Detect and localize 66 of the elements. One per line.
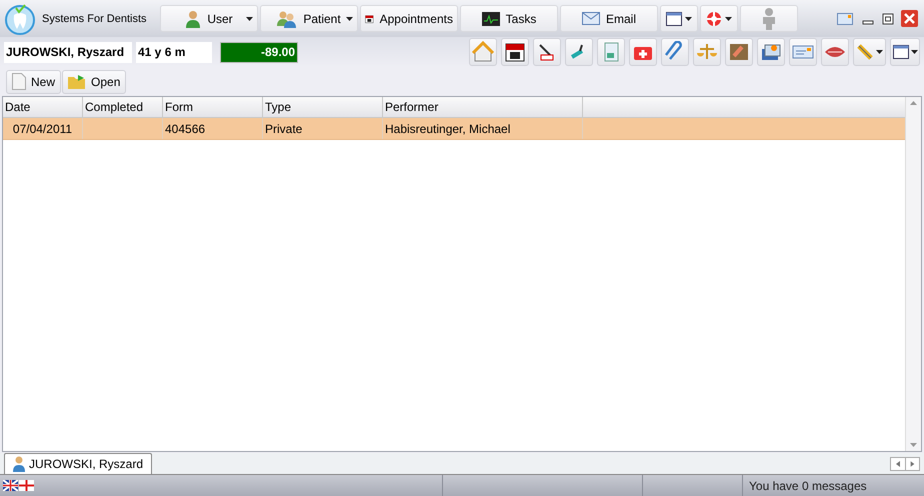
lifebuoy-icon: [706, 10, 722, 26]
app-title: Systems For Dentists: [42, 12, 148, 26]
nav-button[interactable]: User: [160, 5, 258, 32]
x-ray-tool-button[interactable]: [725, 38, 753, 66]
caret-icon: [876, 50, 883, 54]
scroll-down-icon[interactable]: [910, 443, 917, 447]
column-header[interactable]: Date: [3, 97, 83, 117]
status-message: You have 0 messages: [748, 478, 867, 494]
column-header[interactable]: Type: [263, 97, 383, 117]
help-menu-button[interactable]: [700, 5, 738, 32]
caret-icon: [346, 17, 353, 21]
scroll-up-icon[interactable]: [910, 101, 917, 105]
layout-menu-button[interactable]: [890, 38, 920, 66]
lips-tool-button[interactable]: [821, 38, 849, 66]
message-icon[interactable]: [837, 12, 853, 24]
person-icon: [185, 10, 202, 28]
table-row[interactable]: 07/04/2011 404566 Private Habisreutinger, Michael: [3, 118, 905, 140]
column-header[interactable]: Performer: [383, 97, 583, 117]
attachment-menu-button[interactable]: [853, 38, 886, 66]
table-cell: 404566: [163, 118, 263, 139]
caret-icon: [246, 17, 253, 21]
patient-age: 41 y 6 m: [136, 42, 212, 62]
people-icon: [277, 10, 298, 28]
table-cell: 07/04/2011: [3, 118, 83, 139]
toolbar-button[interactable]: Open: [62, 70, 126, 94]
card-tool-button[interactable]: [789, 38, 817, 66]
calendar-tool-button[interactable]: [501, 38, 529, 66]
blank-page-icon: [12, 73, 26, 90]
tab-scroll-buttons[interactable]: [890, 457, 920, 471]
tooth-logo-icon: [4, 2, 36, 34]
house-icon: [472, 41, 494, 63]
close-icon[interactable]: [901, 10, 918, 27]
monitor-icon: [482, 12, 500, 26]
nav-button[interactable]: Appointments: [360, 5, 458, 32]
toolbar-button[interactable]: New: [6, 70, 62, 94]
paperclip-tool-button[interactable]: [661, 38, 689, 66]
caret-icon: [910, 50, 918, 54]
person-silhouette-icon: [761, 8, 777, 30]
english-flag-icon[interactable]: [19, 480, 34, 491]
patient-name: JUROWSKI, Ryszard: [4, 42, 132, 62]
document-tool-button[interactable]: [597, 38, 625, 66]
calendar-icon: [504, 41, 526, 63]
balance-field: -89.00: [220, 42, 298, 62]
nav-button[interactable]: Tasks: [460, 5, 558, 32]
x-ray-icon: [728, 41, 750, 63]
photo-stack-tool-button[interactable]: [757, 38, 785, 66]
caret-icon: [685, 16, 692, 20]
folder-icon: [68, 74, 86, 89]
table-cell: Habisreutinger, Michael: [383, 118, 583, 139]
column-header[interactable]: Completed: [83, 97, 163, 117]
patient-tab[interactable]: JUROWSKI, Ryszard: [4, 453, 152, 474]
uk-flag-icon[interactable]: [3, 480, 18, 491]
table-cell: Private: [263, 118, 383, 139]
nav-button[interactable]: Patient: [260, 5, 358, 32]
window-icon: [666, 12, 682, 26]
first-aid-kit-tool-button[interactable]: [629, 38, 657, 66]
envelope-icon: [582, 12, 600, 25]
scales-tool-button[interactable]: [693, 38, 721, 66]
nav-button[interactable]: Email: [560, 5, 658, 32]
maximize-icon[interactable]: [881, 12, 895, 26]
window-icon: [892, 45, 908, 59]
person-icon: [13, 456, 25, 472]
caret-icon: [725, 16, 732, 20]
layout-menu-button[interactable]: [660, 5, 698, 32]
column-header[interactable]: Form: [163, 97, 263, 117]
scrollbar[interactable]: [905, 97, 921, 451]
